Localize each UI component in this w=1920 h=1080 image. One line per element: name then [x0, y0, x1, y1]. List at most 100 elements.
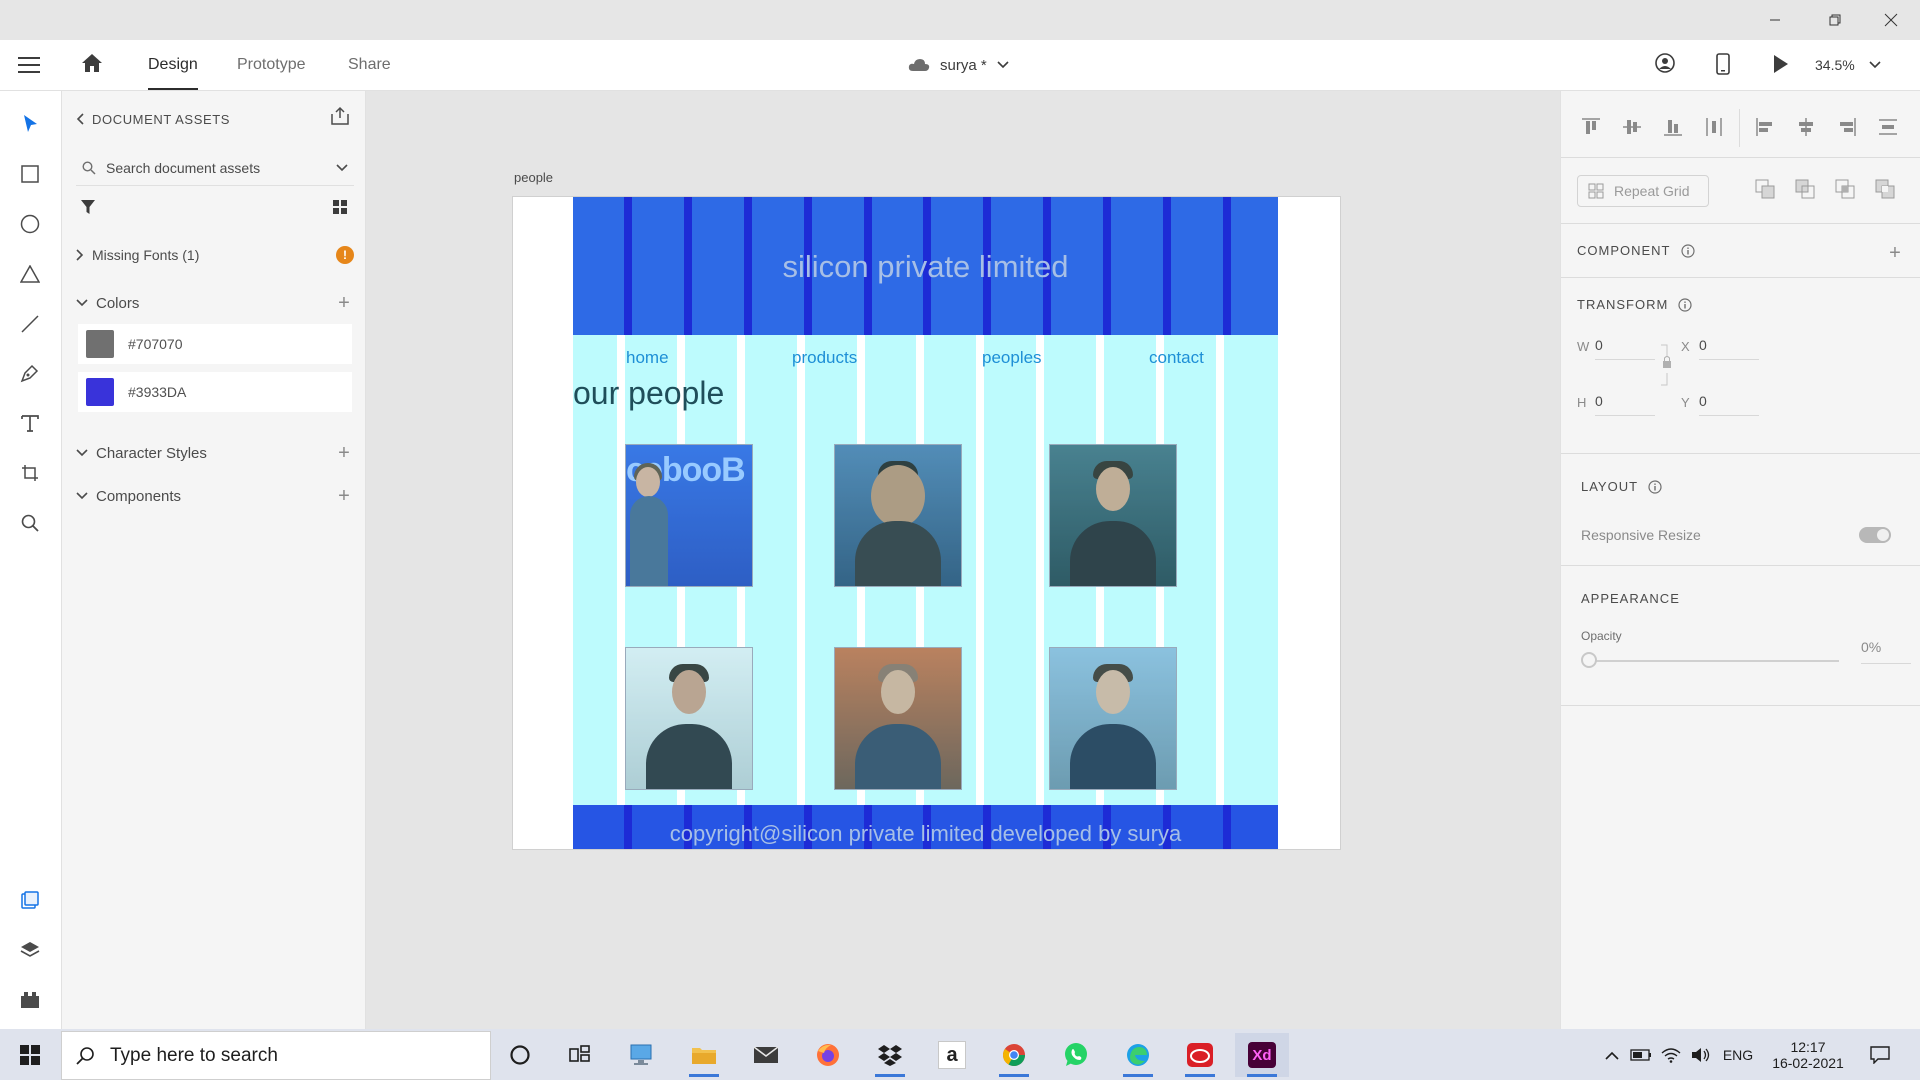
- taskbar-app-whatsapp[interactable]: [1049, 1033, 1103, 1077]
- pen-tool[interactable]: [14, 357, 46, 389]
- distribute-vertical-button[interactable]: [1874, 113, 1902, 141]
- grid-view-button[interactable]: [332, 199, 352, 219]
- hamburger-menu-button[interactable]: [18, 53, 46, 77]
- taskbar-app-file-explorer[interactable]: [677, 1033, 731, 1077]
- layers-panel-toggle[interactable]: [14, 934, 46, 966]
- preview-play-button[interactable]: [1772, 54, 1794, 76]
- color-swatch-row[interactable]: #3933DA: [78, 372, 352, 412]
- line-icon: [21, 315, 39, 333]
- taskbar-app-mail[interactable]: [739, 1033, 793, 1077]
- polygon-tool[interactable]: [14, 258, 46, 290]
- opacity-slider[interactable]: [1581, 651, 1839, 671]
- line-tool[interactable]: [14, 308, 46, 340]
- add-character-style-icon[interactable]: +: [334, 443, 354, 463]
- ellipse-tool[interactable]: [14, 208, 46, 240]
- share-user-button[interactable]: [1655, 53, 1679, 77]
- nav-link-home[interactable]: home: [626, 348, 669, 368]
- intersect-icon[interactable]: [1835, 179, 1855, 199]
- align-left-button[interactable]: [1751, 113, 1779, 141]
- select-tool[interactable]: [14, 108, 46, 140]
- taskbar-app-chrome[interactable]: [987, 1033, 1041, 1077]
- taskbar-app-firefox[interactable]: [801, 1033, 855, 1077]
- nav-link-products[interactable]: products: [792, 348, 857, 368]
- device-preview-button[interactable]: [1715, 53, 1737, 77]
- person-photo[interactable]: cebooB: [625, 444, 753, 587]
- assets-search-field[interactable]: Search document assets: [76, 151, 354, 186]
- home-button[interactable]: [80, 52, 108, 78]
- transform-section-header: TRANSFORM: [1577, 297, 1692, 312]
- subtract-icon[interactable]: [1795, 179, 1815, 199]
- exclude-overlap-icon[interactable]: [1875, 179, 1895, 199]
- taskbar-app-creative-cloud[interactable]: [1173, 1033, 1227, 1077]
- assets-panel-toggle[interactable]: [14, 884, 46, 916]
- taskbar-app-dropbox[interactable]: [863, 1033, 917, 1077]
- network-status[interactable]: [1658, 1040, 1684, 1070]
- missing-fonts-row[interactable]: Missing Fonts (1) !: [76, 241, 354, 269]
- input-language-indicator[interactable]: ENG: [1718, 1040, 1758, 1070]
- plugins-panel-toggle[interactable]: [14, 984, 46, 1016]
- person-photo[interactable]: [834, 444, 962, 587]
- y-position-input[interactable]: 0: [1699, 387, 1759, 416]
- add-component-icon[interactable]: +: [334, 486, 354, 506]
- height-input[interactable]: 0: [1595, 387, 1655, 416]
- divider: [1561, 565, 1920, 566]
- responsive-resize-toggle[interactable]: [1859, 527, 1891, 543]
- speaker-icon: [1692, 1048, 1710, 1062]
- restore-button[interactable]: [1812, 0, 1858, 40]
- battery-status[interactable]: [1628, 1040, 1654, 1070]
- taskbar-app-amazon[interactable]: a: [925, 1033, 979, 1077]
- zoom-dropdown[interactable]: 34.5%: [1815, 53, 1881, 77]
- nav-link-peoples[interactable]: peoples: [982, 348, 1042, 368]
- zoom-tool[interactable]: [14, 507, 46, 539]
- cortana-button[interactable]: [493, 1033, 547, 1077]
- colors-section-header[interactable]: Colors +: [76, 289, 354, 317]
- character-styles-section-header[interactable]: Character Styles +: [76, 439, 354, 467]
- tab-share[interactable]: Share: [348, 40, 391, 90]
- document-title-dropdown[interactable]: surya *: [908, 53, 1009, 77]
- tab-design[interactable]: Design: [148, 40, 198, 90]
- align-center-button[interactable]: [1792, 113, 1820, 141]
- person-photo[interactable]: [834, 647, 962, 790]
- artboard[interactable]: silicon private limited home products pe…: [512, 196, 1341, 850]
- tab-prototype[interactable]: Prototype: [237, 40, 305, 90]
- volume-control[interactable]: [1688, 1040, 1714, 1070]
- add-union-icon[interactable]: [1755, 179, 1775, 199]
- taskbar-app-pc[interactable]: [615, 1033, 669, 1077]
- color-swatch-row[interactable]: #707070: [78, 324, 352, 364]
- text-tool[interactable]: [14, 407, 46, 439]
- nav-link-contact[interactable]: contact: [1149, 348, 1204, 368]
- add-color-icon[interactable]: +: [334, 293, 354, 313]
- rectangle-tool[interactable]: [14, 158, 46, 190]
- taskbar-app-adobe-xd[interactable]: Xd: [1235, 1033, 1289, 1077]
- show-hidden-icons-button[interactable]: [1600, 1040, 1624, 1070]
- width-input[interactable]: 0: [1595, 331, 1655, 360]
- person-photo[interactable]: [1049, 444, 1177, 587]
- taskbar-search-box[interactable]: Type here to search: [61, 1031, 491, 1080]
- taskbar-clock[interactable]: 12:17 16-02-2021: [1760, 1033, 1856, 1077]
- task-view-button[interactable]: [553, 1033, 607, 1077]
- distribute-horizontal-button[interactable]: [1700, 113, 1728, 141]
- components-section-header[interactable]: Components +: [76, 482, 354, 510]
- create-component-icon[interactable]: +: [1885, 243, 1905, 263]
- opacity-input[interactable]: 0%: [1861, 635, 1911, 664]
- close-window-button[interactable]: [1868, 0, 1914, 40]
- artboard-tool[interactable]: [14, 457, 46, 489]
- action-center-button[interactable]: [1862, 1040, 1898, 1070]
- x-position-input[interactable]: 0: [1699, 331, 1759, 360]
- minimize-button[interactable]: [1752, 0, 1798, 40]
- align-middle-button[interactable]: [1618, 113, 1646, 141]
- filter-button[interactable]: [80, 199, 100, 219]
- export-assets-button[interactable]: [330, 106, 354, 130]
- assets-back-button[interactable]: DOCUMENT ASSETS: [76, 109, 230, 129]
- align-center-icon: [1799, 118, 1813, 136]
- person-photo[interactable]: [1049, 647, 1177, 790]
- start-button[interactable]: [10, 1036, 50, 1074]
- taskbar-app-edge[interactable]: [1111, 1033, 1165, 1077]
- align-top-button[interactable]: [1577, 113, 1605, 141]
- person-photo[interactable]: [625, 647, 753, 790]
- align-bottom-button[interactable]: [1659, 113, 1687, 141]
- artboard-name-label[interactable]: people: [514, 170, 553, 185]
- repeat-grid-button[interactable]: Repeat Grid: [1577, 175, 1709, 207]
- align-right-button[interactable]: [1833, 113, 1861, 141]
- lock-aspect-button[interactable]: [1661, 343, 1673, 389]
